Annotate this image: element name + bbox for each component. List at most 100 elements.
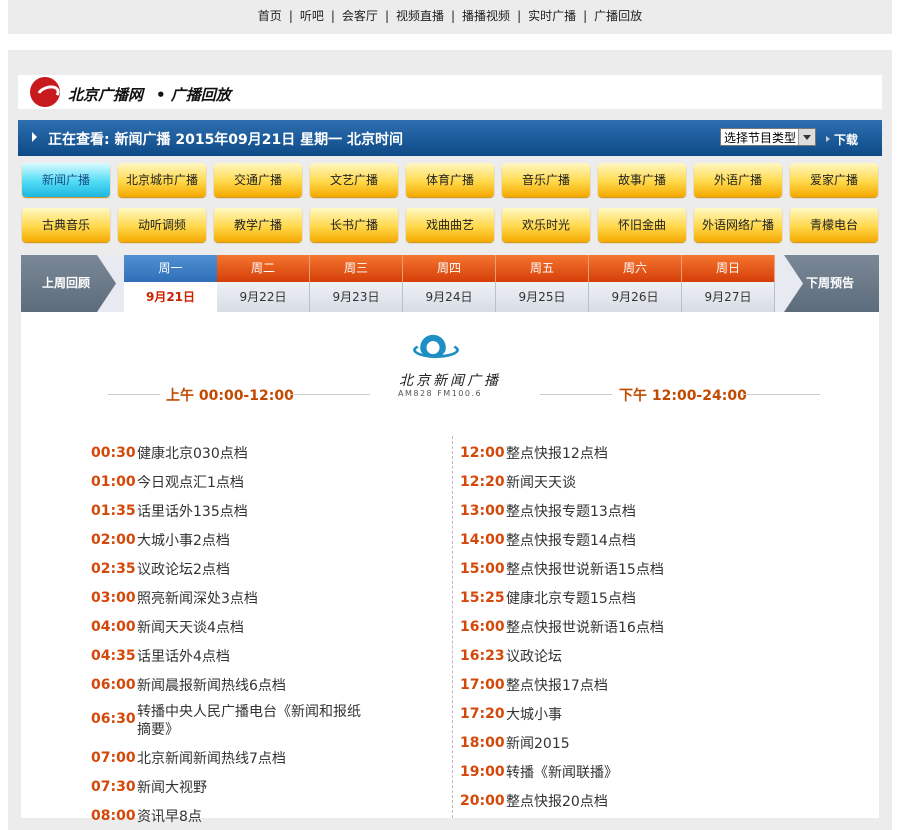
program-time: 12:00 bbox=[460, 445, 505, 461]
top-nav-item[interactable]: 首页 bbox=[258, 9, 282, 23]
day-tab[interactable]: 周三 9月23日 bbox=[310, 255, 403, 312]
program-name[interactable]: 资讯早8点 bbox=[137, 808, 367, 826]
divider bbox=[108, 394, 160, 395]
program-time: 03:00 bbox=[91, 590, 136, 606]
program-time: 15:25 bbox=[460, 590, 505, 606]
site-name[interactable]: 北京广播网 bbox=[68, 84, 143, 105]
program-time: 16:23 bbox=[460, 648, 505, 664]
program-name[interactable]: 大城小事2点档 bbox=[137, 532, 367, 550]
top-nav-item[interactable]: 广播回放 bbox=[594, 9, 642, 23]
channel-tab[interactable]: 欢乐时光 bbox=[502, 208, 590, 242]
program-name[interactable]: 议政论坛2点档 bbox=[137, 561, 367, 579]
day-date: 9月24日 bbox=[403, 282, 496, 312]
download-link[interactable]: 下载 bbox=[826, 131, 858, 148]
program-time: 01:35 bbox=[91, 503, 136, 519]
program-time: 19:00 bbox=[460, 764, 505, 780]
program-name[interactable]: 健康北京专题15点档 bbox=[506, 590, 736, 608]
channel-tab[interactable]: 古典音乐 bbox=[22, 208, 110, 242]
program-name[interactable]: 整点快报世说新语16点档 bbox=[506, 619, 736, 637]
program-name[interactable]: 新闻大视野 bbox=[137, 779, 367, 797]
program-name[interactable]: 整点快报12点档 bbox=[506, 445, 736, 463]
day-tab[interactable]: 周五 9月25日 bbox=[496, 255, 589, 312]
program-name[interactable]: 整点快报专题14点档 bbox=[506, 532, 736, 550]
pm-header: 下午 12:00-24:00 bbox=[619, 388, 747, 404]
day-tab[interactable]: 周六 9月26日 bbox=[589, 255, 682, 312]
program-name[interactable]: 北京新闻新闻热线7点档 bbox=[137, 750, 367, 768]
program-name[interactable]: 话里话外135点档 bbox=[137, 503, 367, 521]
program-time: 02:00 bbox=[91, 532, 136, 548]
channel-tab[interactable]: 长书广播 bbox=[310, 208, 398, 242]
program-name[interactable]: 整点快报20点档 bbox=[506, 793, 736, 811]
program-time: 04:00 bbox=[91, 619, 136, 635]
day-tab[interactable]: 周一 9月21日 bbox=[124, 255, 217, 312]
program-name[interactable]: 整点快报17点档 bbox=[506, 677, 736, 695]
prev-week-button[interactable]: 上周回顾 bbox=[21, 255, 116, 312]
program-time: 17:20 bbox=[460, 706, 505, 722]
program-type-select-value: 选择节目类型 bbox=[724, 131, 797, 145]
day-name: 周四 bbox=[403, 255, 496, 282]
nav-separator: | bbox=[384, 9, 389, 23]
station-frequency: AM828 FM100.6 bbox=[398, 389, 483, 398]
day-tab[interactable]: 周日 9月27日 bbox=[682, 255, 775, 312]
program-time: 12:20 bbox=[460, 474, 505, 490]
program-name[interactable]: 整点快报世说新语15点档 bbox=[506, 561, 736, 579]
program-type-select[interactable]: 选择节目类型 bbox=[720, 128, 816, 146]
channel-tab[interactable]: 体育广播 bbox=[406, 163, 494, 197]
channel-tab[interactable]: 教学广播 bbox=[214, 208, 302, 242]
nav-separator: | bbox=[330, 9, 335, 23]
top-nav-item[interactable]: 实时广播 bbox=[528, 9, 576, 23]
program-name[interactable]: 健康北京030点档 bbox=[137, 445, 367, 463]
next-week-button[interactable]: 下周预告 bbox=[784, 255, 879, 312]
channel-tab[interactable]: 动听调频 bbox=[118, 208, 206, 242]
day-name: 周一 bbox=[124, 255, 217, 282]
channel-tab[interactable]: 北京城市广播 bbox=[118, 163, 206, 197]
divider bbox=[742, 394, 820, 395]
program-name[interactable]: 转播中央人民广播电台《新闻和报纸摘要》 bbox=[137, 703, 367, 739]
top-nav-item[interactable]: 听吧 bbox=[300, 9, 324, 23]
program-name[interactable]: 新闻晨报新闻热线6点档 bbox=[137, 677, 367, 695]
program-name[interactable]: 话里话外4点档 bbox=[137, 648, 367, 666]
channel-tab[interactable]: 怀旧金曲 bbox=[598, 208, 686, 242]
program-time: 07:00 bbox=[91, 750, 136, 766]
channel-tab[interactable]: 交通广播 bbox=[214, 163, 302, 197]
program-time: 01:00 bbox=[91, 474, 136, 490]
site-logo-icon[interactable] bbox=[30, 77, 60, 107]
program-name[interactable]: 照亮新闻深处3点档 bbox=[137, 590, 367, 608]
channel-tab[interactable]: 青檬电台 bbox=[790, 208, 878, 242]
program-time: 17:00 bbox=[460, 677, 505, 693]
top-nav-item[interactable]: 播播视频 bbox=[462, 9, 510, 23]
channel-tab[interactable]: 故事广播 bbox=[598, 163, 686, 197]
program-name[interactable]: 新闻2015 bbox=[506, 735, 736, 753]
day-tab[interactable]: 周四 9月24日 bbox=[403, 255, 496, 312]
channel-tab[interactable]: 爱家广播 bbox=[790, 163, 878, 197]
section-name: • 广播回放 bbox=[156, 86, 231, 104]
channel-tab[interactable]: 新闻广播 bbox=[22, 163, 110, 197]
channel-tab[interactable]: 外语广播 bbox=[694, 163, 782, 197]
download-label: 下载 bbox=[834, 133, 859, 147]
program-name[interactable]: 今日观点汇1点档 bbox=[137, 474, 367, 492]
program-name[interactable]: 转播《新闻联播》 bbox=[506, 764, 736, 782]
nav-separator: | bbox=[583, 9, 588, 23]
program-name[interactable]: 大城小事 bbox=[506, 706, 736, 724]
program-name[interactable]: 议政论坛 bbox=[506, 648, 736, 666]
program-name[interactable]: 新闻天天谈 bbox=[506, 474, 736, 492]
day-tab[interactable]: 周二 9月22日 bbox=[217, 255, 310, 312]
top-nav-item[interactable]: 会客厅 bbox=[342, 9, 378, 23]
channel-tab[interactable]: 外语网络广播 bbox=[694, 208, 782, 242]
channel-tab[interactable]: 文艺广播 bbox=[310, 163, 398, 197]
channel-tab[interactable]: 戏曲曲艺 bbox=[406, 208, 494, 242]
program-time: 16:00 bbox=[460, 619, 505, 635]
top-nav-item[interactable]: 视频直播 bbox=[396, 9, 444, 23]
program-time: 04:35 bbox=[91, 648, 136, 664]
divider bbox=[290, 394, 370, 395]
program-time: 02:35 bbox=[91, 561, 136, 577]
day-name: 周五 bbox=[496, 255, 589, 282]
divider bbox=[540, 394, 612, 395]
day-name: 周二 bbox=[217, 255, 310, 282]
day-date: 9月27日 bbox=[682, 282, 775, 312]
channel-tab[interactable]: 音乐广播 bbox=[502, 163, 590, 197]
program-name[interactable]: 新闻天天谈4点档 bbox=[137, 619, 367, 637]
chevron-down-icon[interactable] bbox=[798, 129, 815, 145]
day-date: 9月26日 bbox=[589, 282, 682, 312]
program-name[interactable]: 整点快报专题13点档 bbox=[506, 503, 736, 521]
